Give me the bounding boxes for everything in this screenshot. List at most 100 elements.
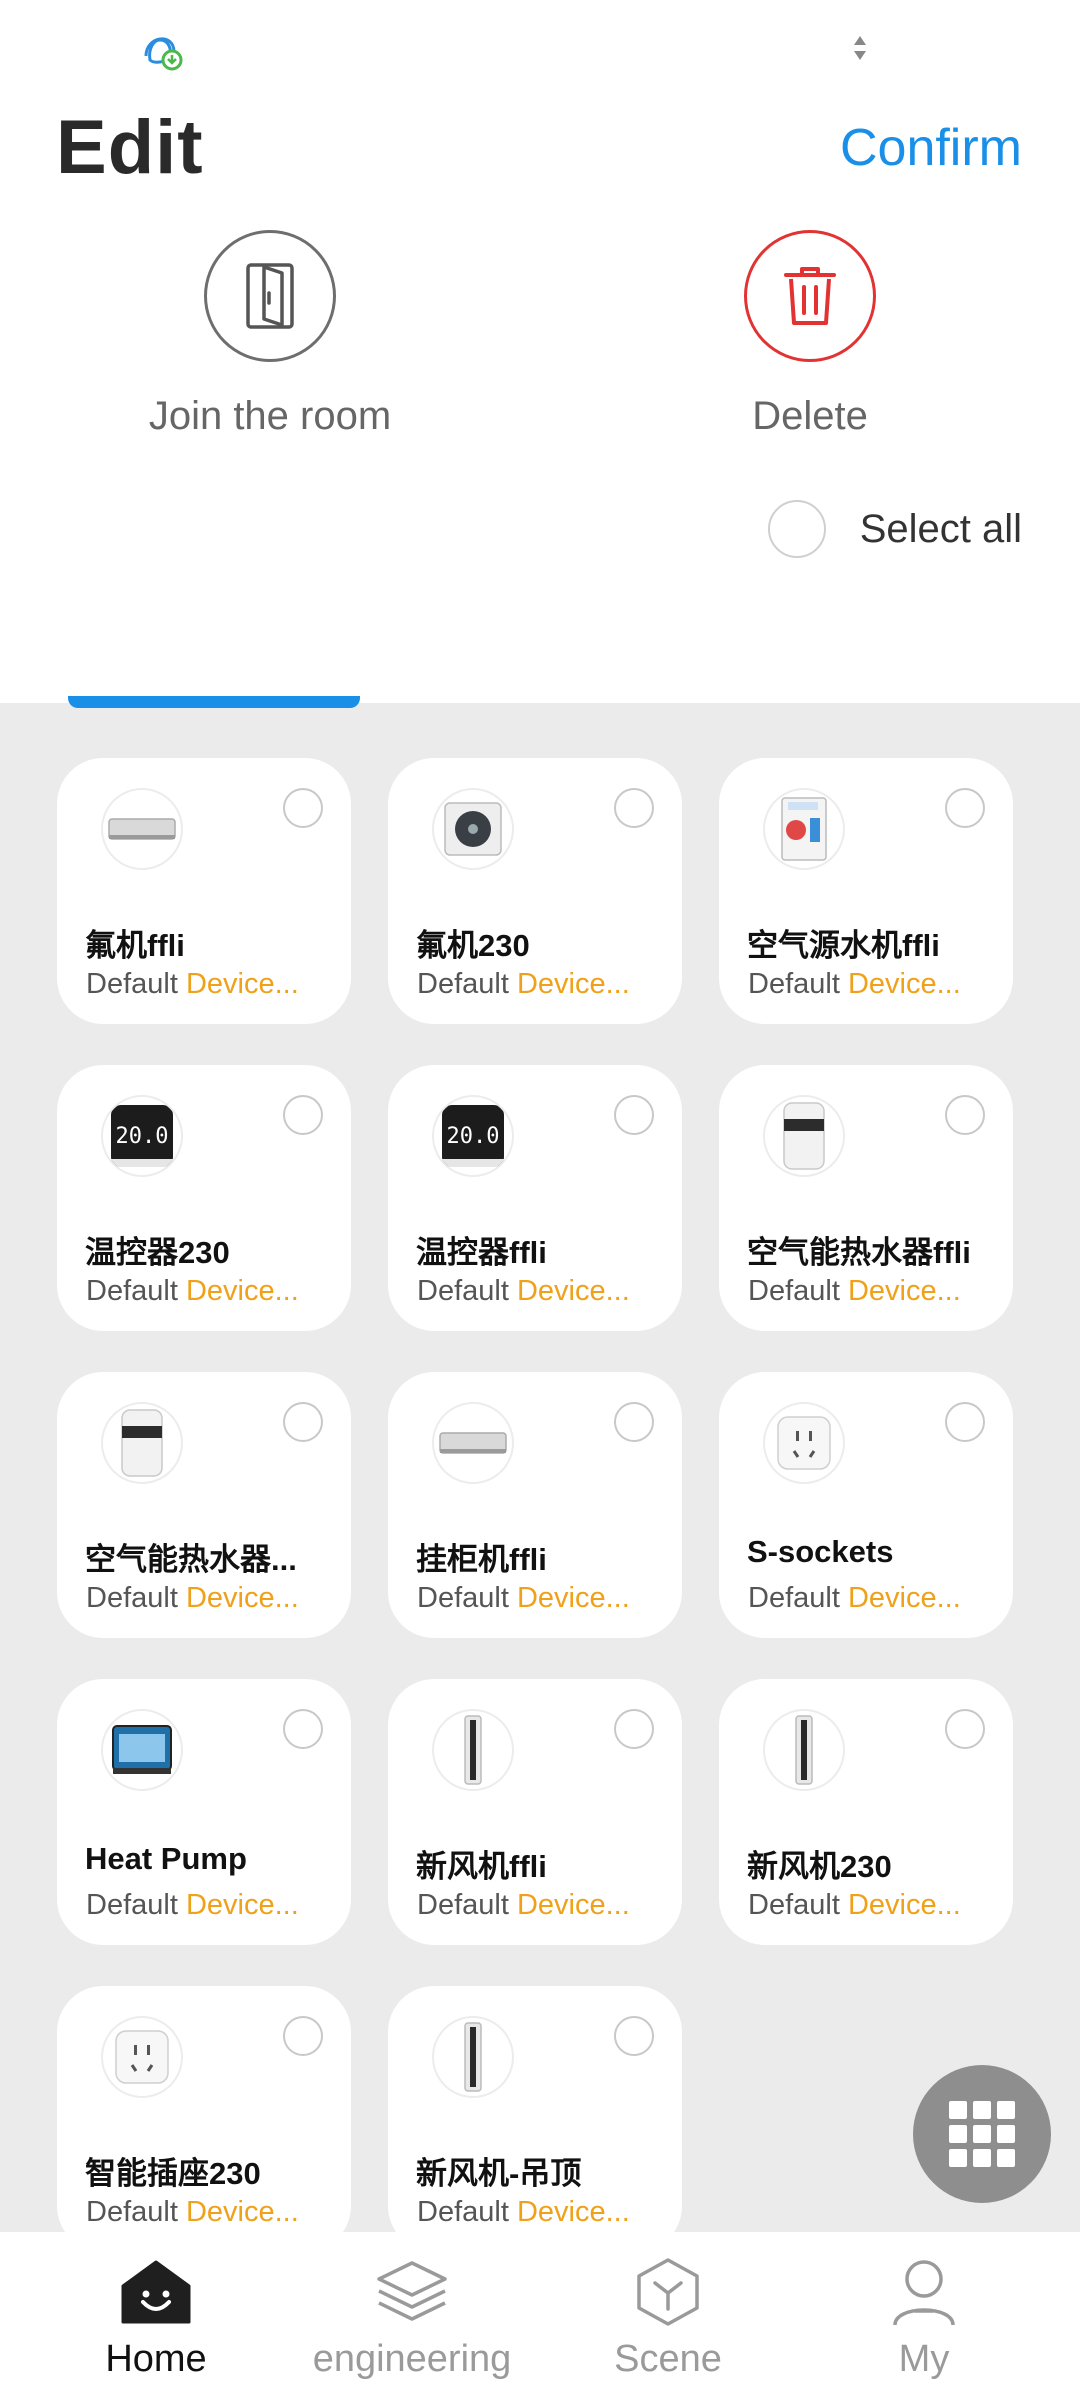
tower-purifier-image [432,1709,514,1791]
device-select-checkbox[interactable] [283,788,323,828]
device-room: Default [748,1889,840,1921]
tower-purifier-image [763,1709,845,1791]
sort-arrows-icon [854,36,866,60]
device-select-checkbox[interactable] [283,1402,323,1442]
device-name: 氟机230 [416,928,530,963]
device-card[interactable]: S-sockets Default Device... [719,1372,1013,1638]
thermostat-image: 20.0 [432,1095,514,1177]
device-type: Device... [516,1889,630,1921]
device-select-checkbox[interactable] [945,788,985,828]
device-type: Device... [847,1889,961,1921]
trash-icon [784,267,836,325]
device-select-checkbox[interactable] [614,1709,654,1749]
device-type: Device... [185,1582,299,1614]
device-type: Device... [516,968,630,1000]
device-select-checkbox[interactable] [614,2016,654,2056]
select-all-toggle[interactable]: Select all [767,500,1022,558]
nav-engineering-label: engineering [312,2338,512,2380]
heat-pump-unit-image [763,788,845,870]
nav-engineering[interactable]: engineering [282,2256,542,2381]
device-name: 新风机230 [747,1849,892,1884]
select-all-label: Select all [859,506,1022,551]
svg-text:20.0: 20.0 [116,1124,169,1149]
device-type: Device... [185,968,299,1000]
join-room-circle[interactable] [204,230,336,362]
device-name: 新风机ffli [416,1849,547,1884]
join-room-button[interactable]: Join the room [120,230,420,439]
grid-menu-button[interactable] [913,2065,1051,2203]
nav-home[interactable]: Home [26,2256,286,2381]
device-name: S-sockets [747,1534,894,1569]
confirm-button[interactable]: Confirm [840,118,1022,178]
device-select-checkbox[interactable] [945,1402,985,1442]
ac-outdoor-unit-image [432,788,514,870]
device-card[interactable]: 氟机ffli Default Device... [57,758,351,1024]
nav-my-label: My [898,2338,950,2380]
device-type: Device... [516,1582,630,1614]
device-room: Default [86,1582,178,1614]
device-select-checkbox[interactable] [614,1095,654,1135]
device-card[interactable]: 智能插座230 Default Device... [57,1986,351,2252]
device-select-checkbox[interactable] [945,1095,985,1135]
device-type: Device... [847,968,961,1000]
device-card[interactable]: 新风机ffli Default Device... [388,1679,682,1945]
device-name: 空气能热水器ffli [747,1235,971,1270]
device-select-checkbox[interactable] [283,1095,323,1135]
page-title: Edit [56,105,204,190]
device-select-checkbox[interactable] [945,1709,985,1749]
customer-service-icon [144,37,183,71]
device-location: Default Device... [86,1275,299,1308]
svg-text:20.0: 20.0 [447,1124,500,1149]
device-location: Default Device... [748,1582,961,1615]
tower-purifier-image [432,2016,514,2098]
device-type: Device... [185,1889,299,1921]
device-name: 挂柜机ffli [416,1542,547,1577]
nav-scene[interactable]: Scene [538,2256,798,2381]
device-card[interactable]: 新风机-吊顶 Default Device... [388,1986,682,2252]
device-location: Default Device... [417,2196,630,2229]
device-room: Default [417,1582,509,1614]
device-card[interactable]: 挂柜机ffli Default Device... [388,1372,682,1638]
nav-my[interactable]: My [794,2256,1054,2381]
device-select-checkbox[interactable] [283,2016,323,2056]
select-all-checkbox[interactable] [767,500,826,558]
edit-panel: Edit Confirm Join the room Delete Select… [0,0,1080,703]
delete-circle[interactable] [744,230,876,362]
water-heater-image [101,1402,183,1484]
device-name: 新风机-吊顶 [416,2156,582,2191]
device-select-checkbox[interactable] [614,788,654,828]
device-type: Device... [185,1275,299,1307]
device-card[interactable]: 20.0 温控器230 Default Device... [57,1065,351,1331]
device-card[interactable]: 氟机230 Default Device... [388,758,682,1024]
delete-button[interactable]: Delete [660,230,960,439]
device-card[interactable]: 空气能热水器ffli Default Device... [719,1065,1013,1331]
door-icon [246,263,294,329]
home-icon [121,2260,191,2324]
device-card[interactable]: 空气源水机ffli Default Device... [719,758,1013,1024]
device-type: Device... [516,1275,630,1307]
device-location: Default Device... [86,968,299,1001]
grid-icon [949,2101,1015,2167]
device-room: Default [417,2196,509,2228]
device-name: 空气能热水器... [85,1542,297,1577]
device-room: Default [748,968,840,1000]
device-room: Default [86,968,178,1000]
device-card[interactable]: Heat Pump Default Device... [57,1679,351,1945]
device-select-checkbox[interactable] [283,1709,323,1749]
heat-pump-box-image [101,1709,183,1791]
device-location: Default Device... [417,1275,630,1308]
device-type: Device... [847,1582,961,1614]
device-type: Device... [185,2196,299,2228]
socket-image [101,2016,183,2098]
nav-home-label: Home [105,2338,207,2380]
ac-indoor-unit-image [432,1402,514,1484]
device-select-checkbox[interactable] [614,1402,654,1442]
thermostat-image: 20.0 [101,1095,183,1177]
device-card[interactable]: 空气能热水器... Default Device... [57,1372,351,1638]
device-card[interactable]: 20.0 温控器ffli Default Device... [388,1065,682,1331]
device-room: Default [86,2196,178,2228]
device-card[interactable]: 新风机230 Default Device... [719,1679,1013,1945]
layers-icon [377,2261,447,2321]
device-location: Default Device... [417,1582,630,1615]
device-room: Default [86,1275,178,1307]
